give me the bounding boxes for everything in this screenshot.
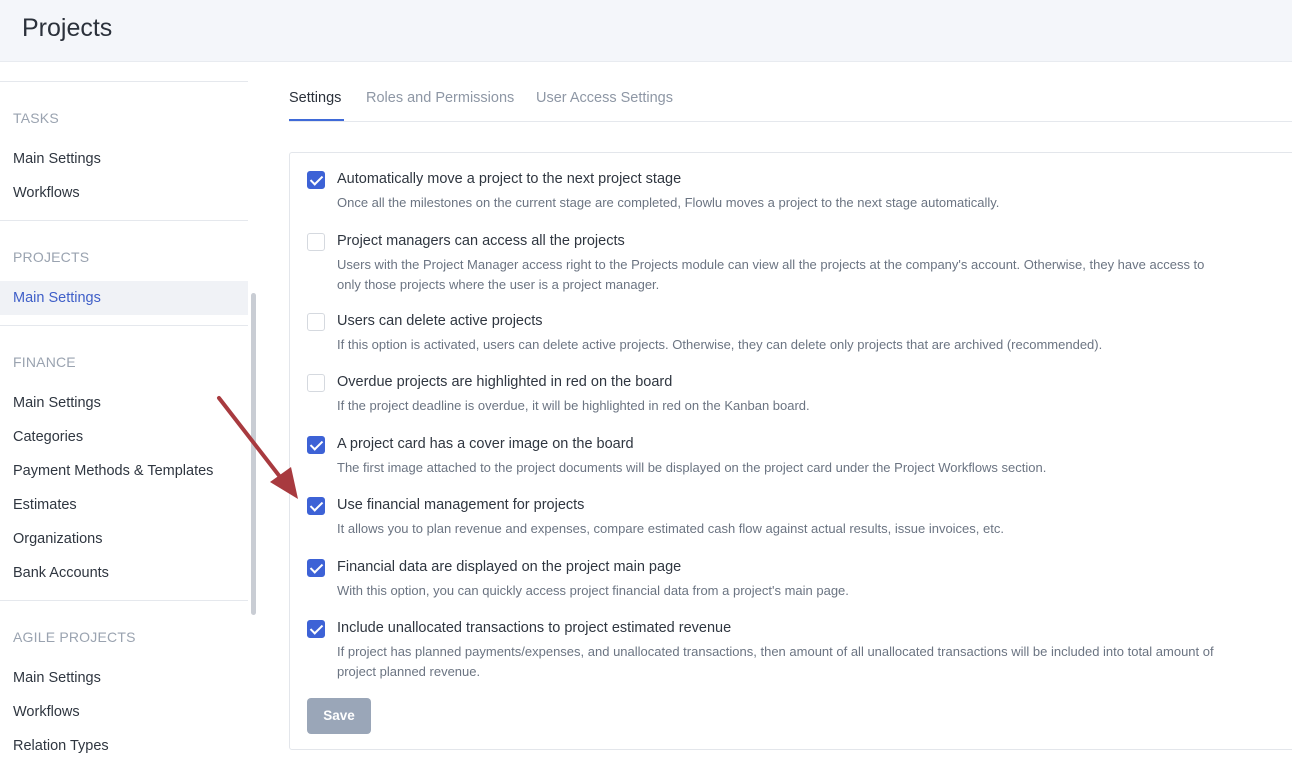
checkbox-managers-access-all[interactable] [307,233,325,251]
sidebar-item-finance-bank-accounts[interactable]: Bank Accounts [0,556,248,590]
save-button[interactable]: Save [307,698,371,734]
sidebar-scrollbar[interactable] [251,293,256,615]
option-description: The first image attached to the project … [337,460,1047,475]
checkbox-auto-move-stage[interactable] [307,171,325,189]
page-header: Projects [0,0,1292,62]
option-description: With this option, you can quickly access… [337,583,849,598]
sidebar-item-finance-main-settings[interactable]: Main Settings [0,386,248,420]
sidebar-heading-agile-projects: AGILE PROJECTS [13,629,136,645]
sidebar-divider [0,600,248,601]
sidebar-item-tasks-workflows[interactable]: Workflows [0,176,248,210]
sidebar-item-projects-main-settings[interactable]: Main Settings [0,281,248,315]
checkbox-overdue-highlight[interactable] [307,374,325,392]
checkbox-financial-management[interactable] [307,497,325,515]
option-description: Users with the Project Manager access ri… [337,257,1205,292]
sidebar-divider [0,220,248,221]
checkbox-cover-image[interactable] [307,436,325,454]
option-title: Project managers can access all the proj… [337,233,625,249]
option-description: If the project deadline is overdue, it w… [337,398,810,413]
sidebar-item-tasks-main-settings[interactable]: Main Settings [0,142,248,176]
page-title: Projects [22,14,113,42]
option-title: Use financial management for projects [337,497,585,513]
sidebar-item-agile-workflows[interactable]: Workflows [0,695,248,729]
tab-settings[interactable]: Settings [289,90,341,106]
sidebar: TASKS Main Settings Workflows PROJECTS M… [0,62,248,758]
option-title: Overdue projects are highlighted in red … [337,374,673,390]
settings-tabs: Settings Roles and Permissions User Acce… [289,62,1292,122]
option-title: Financial data are displayed on the proj… [337,559,682,575]
sidebar-divider [0,325,248,326]
sidebar-heading-projects: PROJECTS [13,249,90,265]
option-title: Include unallocated transactions to proj… [337,620,732,636]
active-tab-indicator [289,119,344,121]
option-description: If this option is activated, users can d… [337,337,1103,352]
checkbox-financial-data-main-page[interactable] [307,559,325,577]
tab-roles-and-permissions[interactable]: Roles and Permissions [366,90,514,106]
sidebar-item-agile-relation-types[interactable]: Relation Types [0,729,248,758]
tab-user-access-settings[interactable]: User Access Settings [536,90,673,106]
sidebar-item-finance-payment-methods[interactable]: Payment Methods & Templates [0,454,248,488]
option-description: If project has planned payments/expenses… [337,644,1214,679]
option-title: A project card has a cover image on the … [337,436,634,452]
sidebar-item-agile-main-settings[interactable]: Main Settings [0,661,248,695]
checkbox-unallocated-transactions[interactable] [307,620,325,638]
checkbox-delete-active-projects[interactable] [307,313,325,331]
option-title: Automatically move a project to the next… [337,171,682,187]
option-description: Once all the milestones on the current s… [337,195,1000,210]
option-description: It allows you to plan revenue and expens… [337,521,1004,536]
sidebar-heading-finance: FINANCE [13,354,76,370]
sidebar-item-finance-estimates[interactable]: Estimates [0,488,248,522]
sidebar-item-finance-categories[interactable]: Categories [0,420,248,454]
sidebar-heading-tasks: TASKS [13,110,59,126]
sidebar-divider [0,81,248,82]
option-title: Users can delete active projects [337,313,543,329]
sidebar-item-finance-organizations[interactable]: Organizations [0,522,248,556]
settings-panel: Automatically move a project to the next… [289,152,1292,750]
